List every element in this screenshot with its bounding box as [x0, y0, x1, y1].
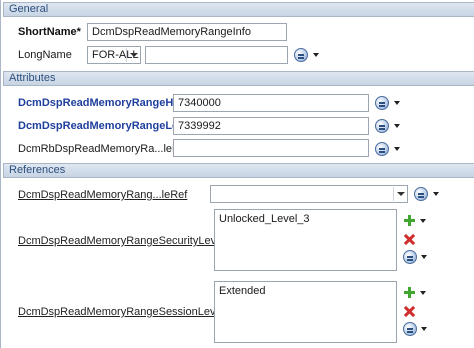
- memory-range-ref-select[interactable]: [210, 185, 408, 203]
- longname-input[interactable]: [145, 46, 288, 64]
- reference-icon[interactable]: [403, 250, 417, 264]
- add-icon[interactable]: [404, 215, 415, 226]
- dropdown-arrow-icon[interactable]: [394, 100, 402, 106]
- longname-label: LongName: [18, 49, 72, 61]
- reference-icon[interactable]: [375, 142, 389, 156]
- security-level-ref-list[interactable]: Unlocked_Level_3: [214, 209, 397, 271]
- chevron-down-icon: [126, 48, 138, 62]
- chevron-down-icon: [393, 187, 405, 201]
- editor-panel: General ShortName* DcmDspReadMemoryRange…: [0, 0, 474, 348]
- shortname-label: ShortName*: [18, 26, 81, 38]
- read-fnc-input[interactable]: [173, 139, 369, 157]
- range-high-input[interactable]: 7340000: [173, 94, 369, 112]
- dropdown-arrow-icon[interactable]: [421, 254, 429, 260]
- add-icon[interactable]: [404, 287, 415, 298]
- reference-icon[interactable]: [375, 119, 389, 133]
- shortname-input[interactable]: DcmDspReadMemoryRangeInfo: [87, 23, 287, 41]
- dropdown-arrow-icon[interactable]: [420, 290, 428, 296]
- session-level-ref-label[interactable]: DcmDspReadMemoryRangeSessionLevelRef: [18, 306, 241, 318]
- dropdown-arrow-icon[interactable]: [433, 191, 441, 197]
- dropdown-arrow-icon[interactable]: [394, 146, 402, 152]
- delete-icon[interactable]: [404, 234, 415, 245]
- longname-language-select[interactable]: FOR-ALL: [87, 46, 141, 64]
- read-fnc-label: DcmRbDspReadMemoryRa...leFnc: [18, 143, 191, 155]
- security-level-ref-label[interactable]: DcmDspReadMemoryRangeSecurityLevelRef: [18, 235, 242, 247]
- reference-icon[interactable]: [294, 48, 308, 62]
- reference-icon[interactable]: [403, 322, 417, 336]
- range-high-label: DcmDspReadMemoryRangeHigh*: [18, 97, 195, 109]
- dropdown-arrow-icon[interactable]: [420, 218, 428, 224]
- dropdown-arrow-icon[interactable]: [313, 52, 321, 58]
- memory-range-ref-label[interactable]: DcmDspReadMemoryRang...leRef: [18, 189, 187, 201]
- reference-icon[interactable]: [414, 187, 428, 201]
- delete-icon[interactable]: [404, 306, 415, 317]
- section-header-references[interactable]: References: [3, 163, 474, 178]
- range-low-label: DcmDspReadMemoryRangeLow*: [18, 120, 192, 132]
- section-header-general[interactable]: General: [3, 2, 474, 17]
- reference-icon[interactable]: [375, 96, 389, 110]
- section-header-attributes[interactable]: Attributes: [3, 71, 474, 86]
- dropdown-arrow-icon[interactable]: [421, 326, 429, 332]
- dropdown-arrow-icon[interactable]: [394, 123, 402, 129]
- session-level-ref-list[interactable]: Extended: [214, 281, 397, 343]
- range-low-input[interactable]: 7339992: [173, 117, 369, 135]
